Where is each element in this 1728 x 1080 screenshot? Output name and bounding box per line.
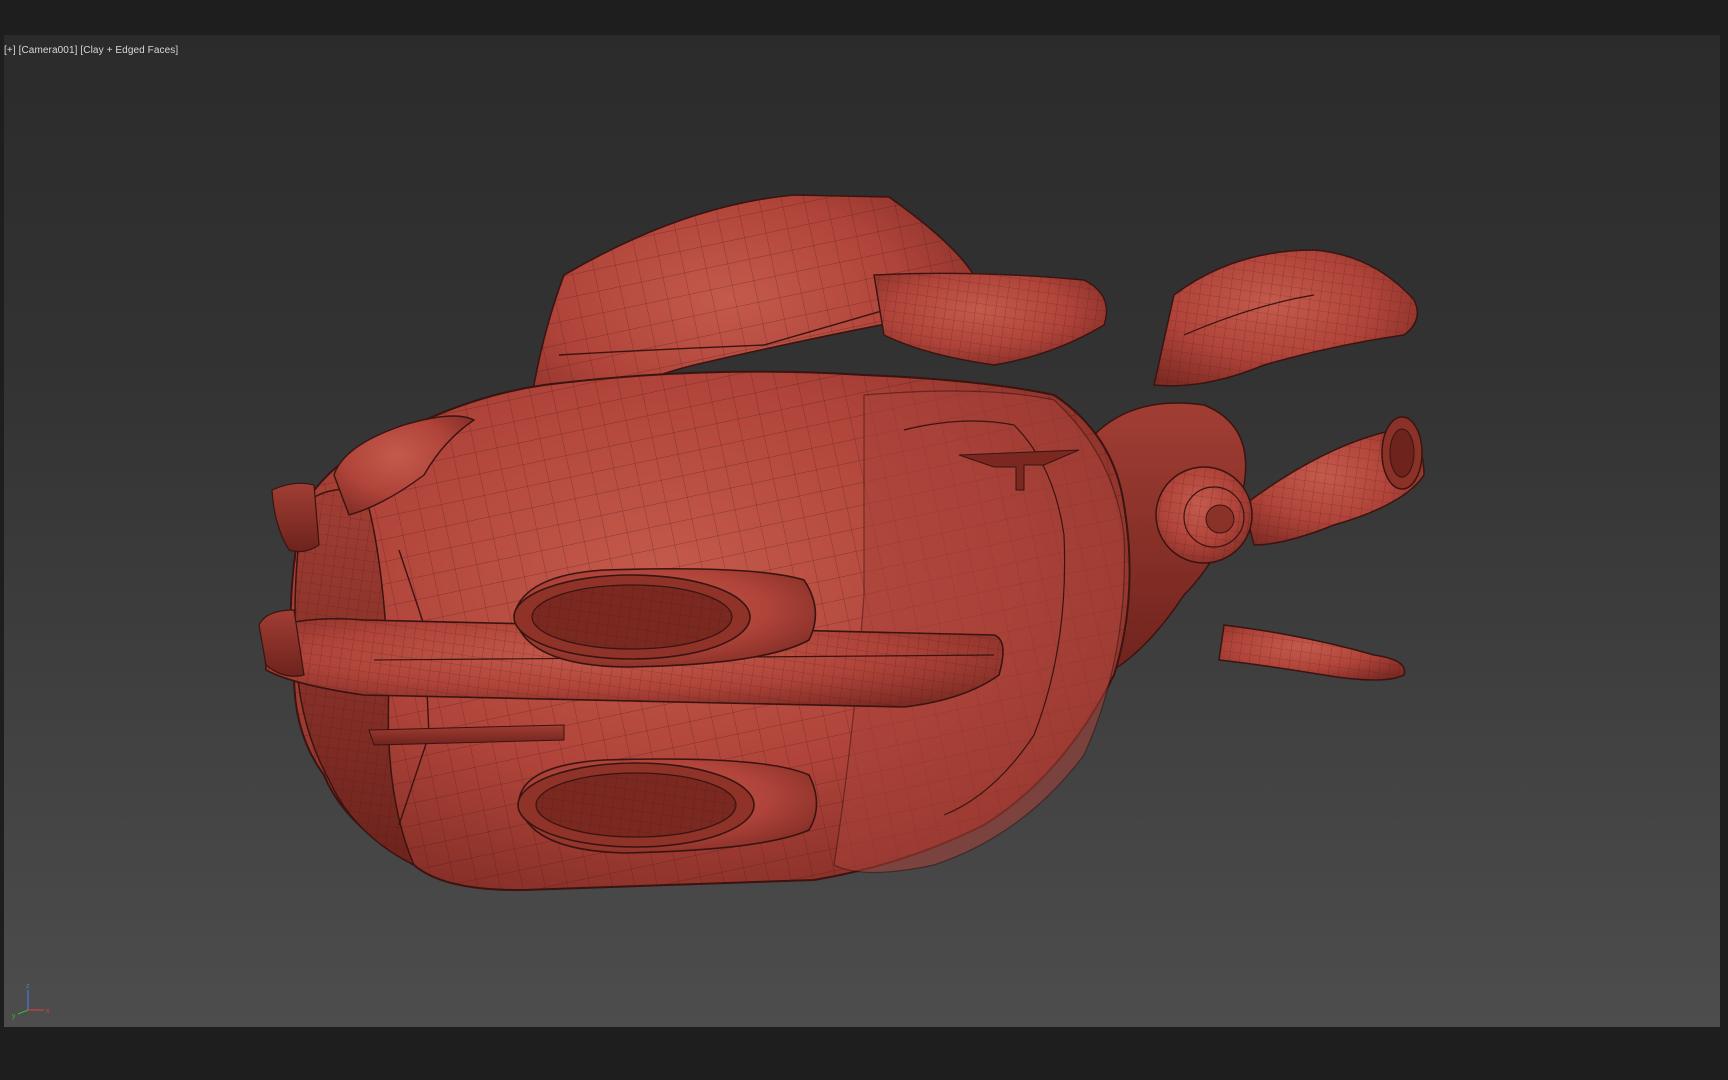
3d-viewport[interactable]: [+] [Camera001] [Clay + Edged Faces] z x… — [4, 35, 1720, 1027]
lower-intake — [517, 758, 818, 854]
axis-x-label: x — [46, 1008, 50, 1015]
spaceship-model[interactable] — [4, 35, 1720, 1027]
upper-intake — [513, 567, 817, 668]
axis-z-label: z — [26, 983, 30, 990]
axis-y-label: y — [12, 1013, 16, 1020]
axis-gizmo: z x y — [12, 983, 50, 1020]
rear-engine-cluster — [1093, 249, 1425, 681]
